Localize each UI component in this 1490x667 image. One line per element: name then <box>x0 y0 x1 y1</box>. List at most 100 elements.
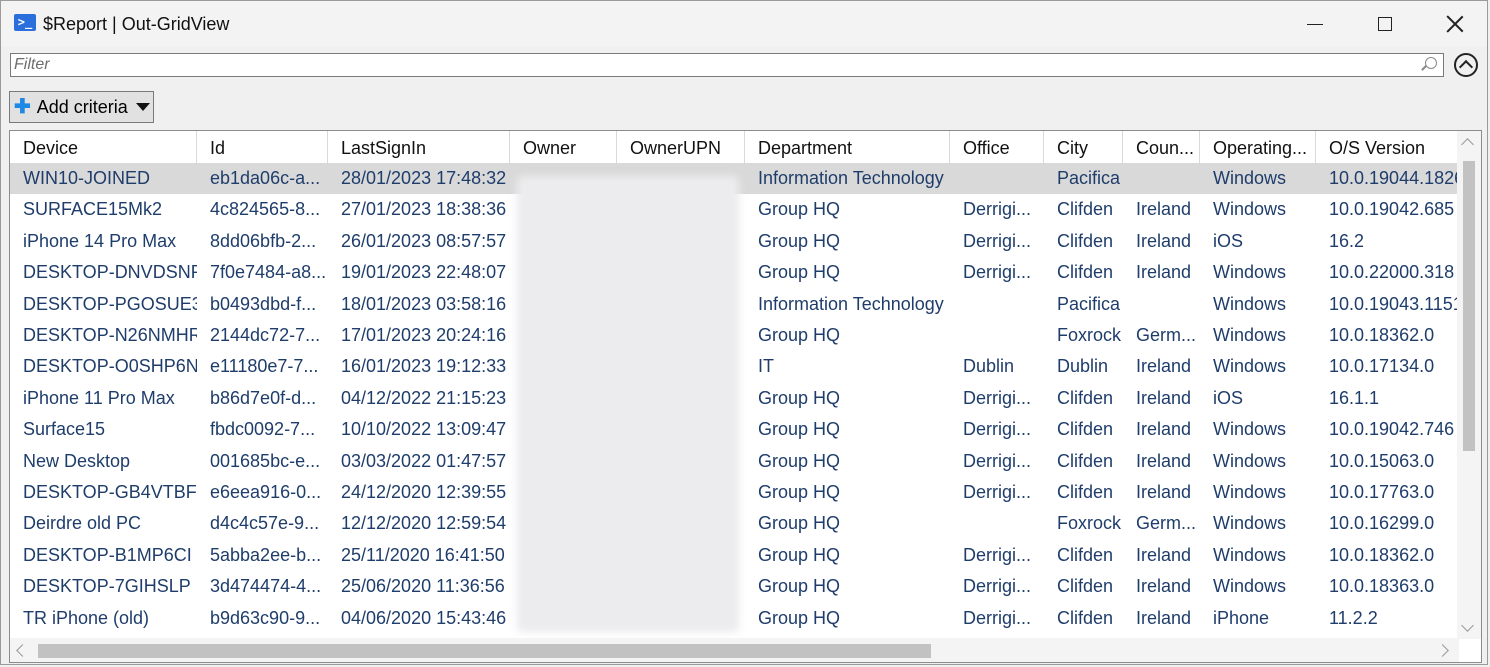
table-cell: 10.0.19044.1826 <box>1329 168 1458 188</box>
title-bar[interactable]: >_ $Report | Out-GridView <box>1 1 1487 47</box>
table-cell: 16/01/2023 19:12:33 <box>341 356 507 377</box>
table-cell: Derrigi... <box>963 576 1032 597</box>
filter-box <box>10 53 1444 77</box>
table-cell: 25/06/2020 11:36:56 <box>341 576 505 597</box>
maximize-icon <box>1378 17 1392 31</box>
column-header[interactable]: Department <box>745 131 950 163</box>
horizontal-scrollbar[interactable] <box>10 638 1459 662</box>
table-cell: Derrigi... <box>963 199 1032 220</box>
table-cell <box>950 508 1044 539</box>
table-cell: Windows <box>1213 293 1287 314</box>
table-cell: 12/12/2020 12:59:54 <box>341 513 507 534</box>
column-header[interactable]: Office <box>950 131 1044 163</box>
table-cell: 26/01/2023 08:57:57 <box>341 230 507 251</box>
collapse-criteria-button[interactable] <box>1454 53 1478 77</box>
scroll-up-icon[interactable] <box>1461 138 1474 151</box>
table-cell: TR iPhone (old) <box>23 607 150 628</box>
gridview-window: >_ $Report | Out-GridView ✚ Add criteria… <box>0 0 1488 665</box>
table-cell: Windows <box>1213 450 1287 471</box>
column-header[interactable]: OwnerUPN <box>617 131 745 163</box>
vertical-scroll-thumb[interactable] <box>1463 161 1475 451</box>
table-cell: Derrigi... <box>963 230 1032 251</box>
table-cell: Information Technology <box>758 293 944 314</box>
table-cell <box>1123 289 1200 320</box>
column-header[interactable]: Device <box>10 131 197 163</box>
table-cell <box>950 289 1044 320</box>
table-cell: Germ... <box>1136 513 1197 534</box>
table-cell: Group HQ <box>758 513 841 534</box>
dropdown-arrow-icon <box>135 103 150 111</box>
table-cell: Derrigi... <box>963 262 1032 283</box>
table-cell: b9d63c90-9... <box>210 607 321 628</box>
table-cell: iPhone 11 Pro Max <box>23 387 175 408</box>
add-criteria-button[interactable]: ✚ Add criteria <box>9 91 154 123</box>
table-cell: Group HQ <box>758 450 841 471</box>
minimize-icon <box>1307 23 1323 25</box>
table-cell: Windows <box>1213 356 1287 377</box>
column-header[interactable]: O/S Version <box>1316 131 1458 163</box>
table-cell: 25/11/2020 16:41:50 <box>341 544 505 565</box>
table-cell: Derrigi... <box>963 387 1032 408</box>
table-cell: Surface15 <box>23 419 106 440</box>
table-cell: Group HQ <box>758 199 841 220</box>
plus-icon: ✚ <box>14 96 31 118</box>
maximize-button[interactable] <box>1350 1 1420 47</box>
table-cell: Group HQ <box>758 325 841 345</box>
grid-header: Device Id LastSignIn Owner OwnerUPN Departmen… <box>10 131 1458 163</box>
table-cell: Germ... <box>1136 325 1197 345</box>
data-grid[interactable]: Device Id LastSignIn Owner OwnerUPN Departmen… <box>9 130 1482 663</box>
table-cell: Ireland <box>1136 262 1192 283</box>
table-cell: Ireland <box>1136 387 1192 408</box>
column-header[interactable]: City <box>1044 131 1123 163</box>
table-cell: DESKTOP-N26NMHR <box>23 325 197 345</box>
table-cell: 7f0e7484-a8... <box>210 262 327 283</box>
column-header[interactable]: Owner <box>510 131 617 163</box>
close-button[interactable] <box>1420 1 1487 47</box>
table-cell: Windows <box>1213 168 1287 188</box>
table-cell: iOS <box>1213 387 1244 408</box>
table-cell: Windows <box>1213 482 1287 502</box>
table-cell: 10.0.22000.318 <box>1329 262 1455 283</box>
filter-input[interactable] <box>14 55 1414 75</box>
column-header[interactable]: Operating... <box>1200 131 1316 163</box>
table-cell: Ireland <box>1136 450 1192 471</box>
scroll-down-icon[interactable] <box>1461 619 1474 632</box>
table-cell: Derrigi... <box>963 482 1032 502</box>
table-cell: DESKTOP-O0SHP6N <box>23 356 197 377</box>
redacted-owner-area <box>517 176 739 632</box>
table-cell: Clifden <box>1057 576 1114 597</box>
table-cell: Ireland <box>1136 199 1192 220</box>
minimize-button[interactable] <box>1280 1 1350 47</box>
table-cell: 04/12/2022 21:15:23 <box>341 387 507 408</box>
table-cell: Ireland <box>1136 230 1192 251</box>
scroll-right-icon[interactable] <box>1436 644 1449 657</box>
table-cell: SURFACE15Mk2 <box>23 199 163 220</box>
table-cell: Group HQ <box>758 419 841 440</box>
column-header[interactable]: Coun... <box>1123 131 1200 163</box>
table-cell: iPhone <box>1213 607 1270 628</box>
table-cell: Group HQ <box>758 262 841 283</box>
table-cell: b86d7e0f-d... <box>210 387 317 408</box>
search-icon[interactable] <box>1425 57 1437 69</box>
table-cell: 2144dc72-7... <box>210 325 321 345</box>
table-cell: Clifden <box>1057 419 1114 440</box>
table-cell: 16.2 <box>1329 230 1365 251</box>
column-header[interactable]: LastSignIn <box>328 131 510 163</box>
scroll-left-icon[interactable] <box>16 644 29 657</box>
table-cell: iOS <box>1213 230 1244 251</box>
table-cell: Clifden <box>1057 607 1114 628</box>
table-cell: Pacifica <box>1057 293 1121 314</box>
table-cell: Derrigi... <box>963 419 1032 440</box>
table-cell: 03/03/2022 01:47:57 <box>341 450 507 471</box>
table-cell: 10.0.15063.0 <box>1329 450 1435 471</box>
table-cell: DESKTOP-7GIHSLP <box>23 576 191 597</box>
column-header[interactable]: Id <box>197 131 328 163</box>
table-cell: Ireland <box>1136 576 1192 597</box>
table-cell: eb1da06c-a... <box>210 168 321 188</box>
vertical-scrollbar[interactable] <box>1457 131 1481 639</box>
table-cell: iPhone 14 Pro Max <box>23 230 177 251</box>
table-cell <box>950 320 1044 351</box>
table-cell: Derrigi... <box>963 450 1032 471</box>
horizontal-scroll-thumb[interactable] <box>38 644 931 658</box>
table-cell: 19/01/2023 22:48:07 <box>341 262 507 283</box>
